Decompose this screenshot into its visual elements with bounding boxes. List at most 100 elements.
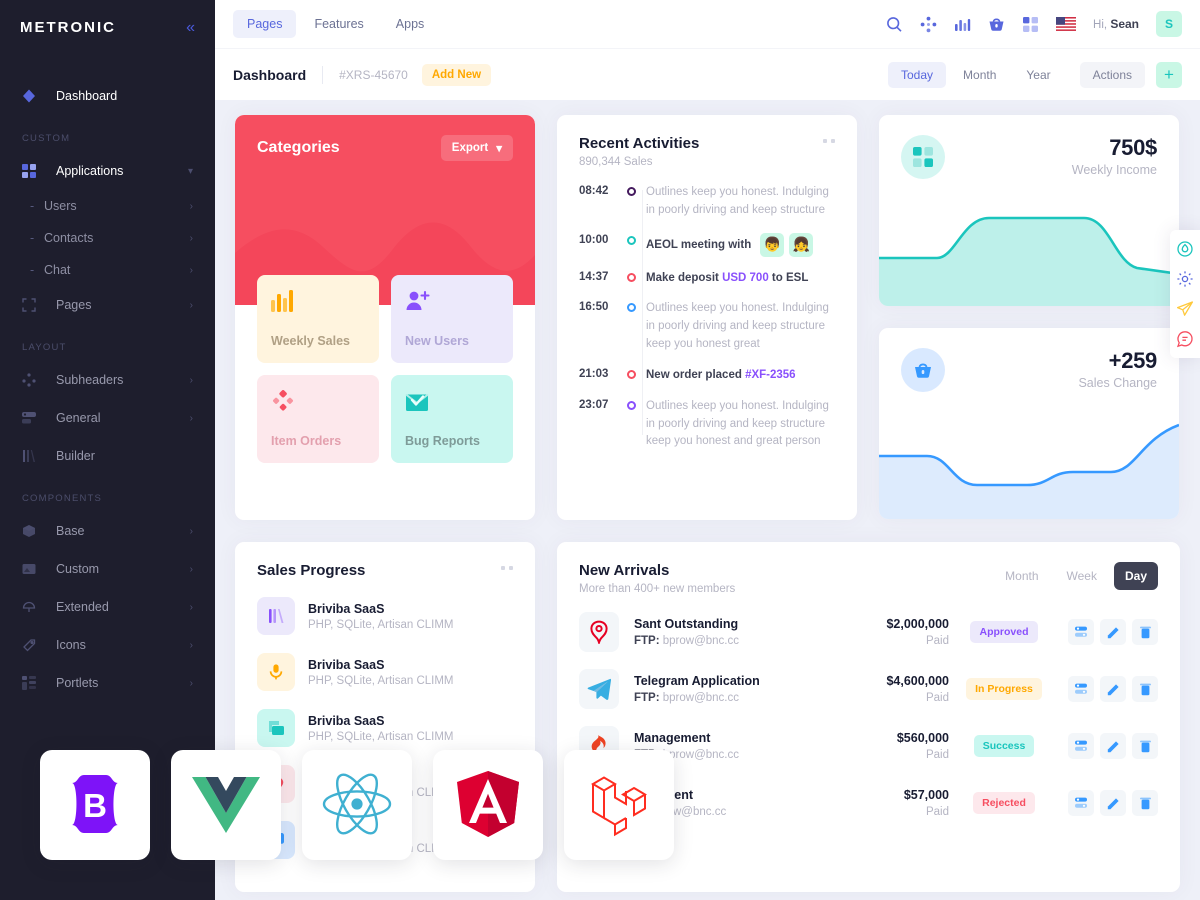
tab-month[interactable]: Month bbox=[994, 562, 1049, 590]
dots-icon[interactable] bbox=[823, 139, 835, 143]
add-new-button[interactable]: Add New bbox=[421, 63, 492, 86]
menu-tab-apps[interactable]: Apps bbox=[382, 10, 439, 38]
angular-logo-card[interactable] bbox=[433, 750, 543, 860]
sidebar-subitem-label: Users bbox=[44, 199, 77, 213]
paper-plane-icon[interactable] bbox=[1170, 295, 1200, 323]
avatar[interactable]: S bbox=[1156, 11, 1182, 37]
tile-new-users[interactable]: New Users bbox=[391, 275, 513, 363]
header-text: New Arrivals More than 400+ new members bbox=[579, 562, 735, 595]
trash-icon[interactable] bbox=[1132, 733, 1158, 759]
sidebar-collapse-toggle[interactable]: « bbox=[186, 19, 195, 36]
tile-item-orders[interactable]: Item Orders bbox=[257, 375, 379, 463]
menu-tab-features[interactable]: Features bbox=[300, 10, 377, 38]
list-item[interactable]: Briviba SaaS PHP, SQLite, Artisan CLIMM bbox=[257, 597, 513, 635]
sidebar-item-general[interactable]: General › bbox=[0, 399, 215, 437]
gear-icon[interactable] bbox=[1170, 265, 1200, 293]
new-arrivals-header: New Arrivals More than 400+ new members … bbox=[579, 562, 1158, 595]
sidebar-item-builder[interactable]: Builder bbox=[0, 437, 215, 475]
timeline-link[interactable]: USD 700 bbox=[722, 272, 769, 284]
tile-label: Bug Reports bbox=[405, 434, 480, 448]
chevron-right-icon: › bbox=[189, 563, 193, 575]
react-logo-card[interactable] bbox=[302, 750, 412, 860]
stat-top: 750$ Weekly Income bbox=[879, 115, 1179, 199]
actions-button[interactable]: Actions bbox=[1079, 61, 1145, 88]
trash-icon[interactable] bbox=[1132, 619, 1158, 645]
vue-logo-card[interactable] bbox=[171, 750, 281, 860]
timeline-text-before: New order placed bbox=[646, 368, 746, 381]
ftp-value: bprow@bnc.cc bbox=[662, 635, 739, 647]
list-item[interactable]: Briviba SaaS PHP, SQLite, Artisan CLIMM bbox=[257, 709, 513, 747]
sidebar-item-applications[interactable]: Applications ▾ bbox=[0, 152, 215, 190]
sidebar-item-base[interactable]: Base › bbox=[0, 512, 215, 550]
item-name: Briviba SaaS bbox=[308, 713, 385, 728]
item-desc: PHP, SQLite, Artisan CLIMM bbox=[308, 730, 454, 743]
settings-toggle-icon[interactable] bbox=[1068, 733, 1094, 759]
list-item[interactable]: Briviba SaaS PHP, SQLite, Artisan CLIMM bbox=[257, 653, 513, 691]
angular-logo bbox=[457, 770, 519, 840]
export-button[interactable]: Export ▾ bbox=[440, 135, 513, 161]
sidebar-item-icons[interactable]: Icons › bbox=[0, 626, 215, 664]
sidebar-item-subheaders[interactable]: Subheaders › bbox=[0, 361, 215, 399]
dots-diamond-icon[interactable] bbox=[920, 16, 937, 33]
sidebar-item-pages[interactable]: Pages › bbox=[0, 286, 215, 324]
user-greeting: Hi, Sean bbox=[1093, 17, 1139, 31]
row-title: Management bbox=[634, 731, 711, 745]
menu-tab-pages[interactable]: Pages bbox=[233, 10, 297, 38]
sidebar-item-label: Pages bbox=[56, 298, 92, 312]
laravel-logo-card[interactable] bbox=[564, 750, 674, 860]
edit-pencil-icon[interactable] bbox=[1100, 733, 1126, 759]
stat-value: +259 bbox=[1108, 348, 1158, 373]
page-title: Dashboard bbox=[233, 66, 307, 83]
trash-icon[interactable] bbox=[1132, 790, 1158, 816]
umbrella-icon bbox=[22, 598, 44, 616]
bar-chart-icon[interactable] bbox=[954, 16, 971, 33]
us-flag-icon[interactable] bbox=[1056, 17, 1077, 31]
filter-today-button[interactable]: Today bbox=[888, 61, 947, 88]
plus-icon[interactable]: + bbox=[1156, 61, 1182, 88]
page-code: #XRS-45670 bbox=[339, 67, 408, 82]
edit-pencil-icon[interactable] bbox=[1100, 790, 1126, 816]
sidebar-subitem-chat[interactable]: - Chat › bbox=[0, 254, 215, 286]
tile-bug-reports[interactable]: Bug Reports bbox=[391, 375, 513, 463]
grid-icon[interactable] bbox=[1022, 16, 1039, 33]
basket-icon[interactable] bbox=[988, 16, 1005, 33]
search-icon[interactable] bbox=[886, 16, 903, 33]
tab-week[interactable]: Week bbox=[1056, 562, 1108, 590]
settings-toggle-icon[interactable] bbox=[1068, 676, 1094, 702]
sales-change-card: +259 Sales Change bbox=[879, 328, 1179, 519]
sidebar-item-extended[interactable]: Extended › bbox=[0, 588, 215, 626]
timeline-link[interactable]: #XF-2356 bbox=[745, 369, 796, 381]
trash-icon[interactable] bbox=[1132, 676, 1158, 702]
edit-pencil-icon[interactable] bbox=[1100, 676, 1126, 702]
sidebar-item-label: Custom bbox=[56, 562, 100, 576]
header-menu: Pages Features Apps bbox=[233, 10, 438, 38]
tile-weekly-sales[interactable]: Weekly Sales bbox=[257, 275, 379, 363]
stat-cards-column: 750$ Weekly Income +259 Sales Change bbox=[879, 115, 1179, 520]
row-status: Success bbox=[949, 735, 1059, 757]
row-status: In Progress bbox=[949, 678, 1059, 700]
settings-toggle-icon[interactable] bbox=[1068, 619, 1094, 645]
sidebar-subitem-contacts[interactable]: - Contacts › bbox=[0, 222, 215, 254]
bootstrap-logo-card[interactable]: B bbox=[40, 750, 150, 860]
table-row: Telegram Application FTP: bprow@bnc.cc $… bbox=[579, 669, 1158, 709]
telegram-icon bbox=[579, 669, 619, 709]
sidebar-item-dashboard[interactable]: Dashboard bbox=[0, 77, 215, 115]
sidebar-item-portlets[interactable]: Portlets › bbox=[0, 664, 215, 702]
timeline-text-before: Make deposit bbox=[646, 271, 723, 284]
droplet-icon[interactable] bbox=[1170, 235, 1200, 263]
chevron-right-icon: › bbox=[189, 299, 193, 311]
settings-toggle-icon[interactable] bbox=[1068, 790, 1094, 816]
sidebar-item-custom[interactable]: Custom › bbox=[0, 550, 215, 588]
sidebar-subitem-users[interactable]: - Users › bbox=[0, 190, 215, 222]
weekly-income-card: 750$ Weekly Income bbox=[879, 115, 1179, 306]
tab-day[interactable]: Day bbox=[1113, 562, 1158, 590]
filter-year-button[interactable]: Year bbox=[1013, 62, 1063, 88]
filter-month-button[interactable]: Month bbox=[950, 62, 1009, 88]
card-title: Recent Activities bbox=[579, 135, 700, 152]
user-name: Sean bbox=[1110, 17, 1139, 31]
edit-pencil-icon[interactable] bbox=[1100, 619, 1126, 645]
dots-icon[interactable] bbox=[501, 566, 513, 570]
chat-bubble-icon[interactable] bbox=[1170, 325, 1200, 353]
framework-logo-overlay: B bbox=[40, 750, 674, 860]
sidebar-nav: Dashboard CUSTOM Applications ▾ - Users … bbox=[0, 55, 215, 702]
